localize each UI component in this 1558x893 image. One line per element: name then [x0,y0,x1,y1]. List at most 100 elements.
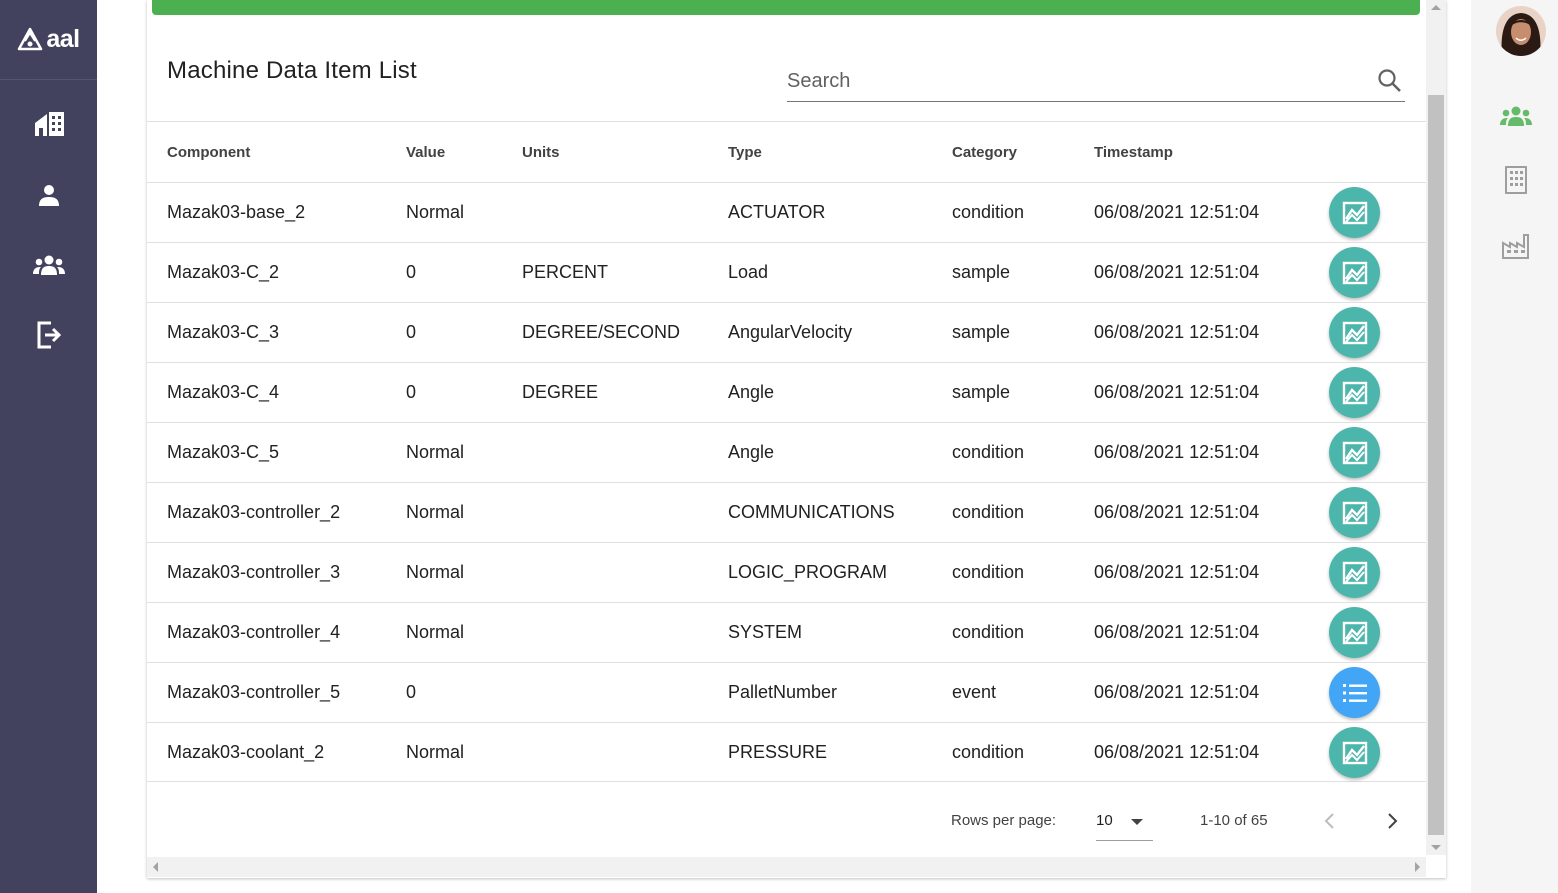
dropdown-arrow-icon [1131,819,1143,825]
view-chart-button[interactable] [1329,427,1380,478]
page-title: Machine Data Item List [167,57,417,84]
cell-timestamp: 06/08/2021 12:51:04 [1094,262,1260,282]
user-avatar-icon [1496,6,1546,56]
cell-value: Normal [406,502,465,522]
cell-component: Mazak03-C_2 [167,262,280,282]
cell-category: condition [952,502,1025,522]
logout-icon [37,321,61,349]
vertical-scroll-thumb[interactable] [1428,95,1444,835]
chart-icon [1342,321,1367,344]
avatar[interactable] [1496,6,1546,56]
right-nav-factories[interactable] [1498,228,1534,264]
cell-type: COMMUNICATIONS [728,502,895,522]
cell-component: Mazak03-controller_2 [167,502,341,522]
table-row[interactable]: Mazak03-C_2 0 PERCENT Load sample 06/08/2021 … [147,242,1426,302]
group-icon [32,255,65,275]
left-sidebar: aal [0,0,97,893]
view-chart-button[interactable] [1329,187,1380,238]
nav-home[interactable] [0,99,97,149]
table-row[interactable]: Mazak03-C_4 0 DEGREE Angle sample 06/08/2021 … [147,362,1426,422]
scroll-down-icon[interactable] [1431,845,1441,850]
logo-text: aal [46,25,80,53]
previous-page-button[interactable] [1316,807,1344,835]
cell-value: Normal [406,622,465,642]
horizontal-scrollbar[interactable] [147,857,1426,877]
view-chart-button[interactable] [1329,547,1380,598]
cell-category: sample [952,262,1011,282]
table-row[interactable]: Mazak03-controller_4 Normal SYSTEM conditio… [147,602,1426,662]
next-page-button[interactable] [1378,807,1406,835]
vertical-scrollbar[interactable] [1426,0,1446,855]
view-chart-button[interactable] [1329,307,1380,358]
cell-component: Mazak03-coolant_2 [167,741,325,762]
scroll-left-icon[interactable] [153,862,158,872]
page-range: 1-10 of 65 [1200,812,1268,829]
nav-users[interactable] [0,240,97,290]
table-row[interactable]: Mazak03-controller_3 Normal LOGIC_PROGRAM c… [147,542,1426,602]
table-row[interactable]: Mazak03-C_5 Normal Angle condition 06/08/202… [147,422,1426,482]
nav-profile[interactable] [0,170,97,220]
logo[interactable]: aal [0,0,97,80]
view-chart-button[interactable] [1329,607,1380,658]
rows-per-page-value: 10 [1096,812,1113,829]
column-header-type[interactable]: Type [728,122,762,182]
right-sidebar [1471,0,1558,893]
search-icon[interactable] [1377,68,1403,94]
data-item-card: Machine Data Item List Component Value U… [147,0,1446,878]
cell-component: Mazak03-C_5 [167,442,280,462]
rows-per-page-select[interactable]: 10 [1096,807,1153,841]
column-header-component[interactable]: Component [167,122,250,182]
cell-type: Angle [728,382,775,402]
column-header-value[interactable]: Value [406,122,445,182]
cell-value: Normal [406,202,465,222]
table-row[interactable]: Mazak03-controller_2 Normal COMMUNICATIONS… [147,482,1426,542]
table-header-row: Component Value Units Type Category Time… [147,121,1426,182]
table-row[interactable]: Mazak03-base_2 Normal ACTUATOR condition 06/… [147,182,1426,242]
search-input[interactable] [787,62,1367,100]
cell-timestamp: 06/08/2021 12:51:04 [1094,502,1260,522]
right-nav-buildings[interactable] [1498,162,1534,198]
cell-component: Mazak03-controller_3 [167,562,341,582]
cell-component: Mazak03-C_3 [167,322,280,342]
cell-type: LOGIC_PROGRAM [728,562,888,582]
building-icon [1505,166,1527,194]
cell-timestamp: 06/08/2021 12:51:04 [1094,562,1260,582]
nav-logout[interactable] [0,310,97,360]
scroll-right-icon[interactable] [1415,862,1420,872]
cell-value: 0 [406,262,417,282]
chart-icon [1342,261,1367,284]
list-icon [1342,683,1367,702]
search-field [787,62,1405,102]
cell-type: Angle [728,442,775,462]
scroll-up-icon[interactable] [1431,5,1441,10]
cell-category: sample [952,382,1011,402]
cell-type: AngularVelocity [728,322,853,342]
view-chart-button[interactable] [1329,367,1380,418]
cell-timestamp: 06/08/2021 12:51:04 [1094,622,1260,642]
pagination: Rows per page: 10 1-10 of 65 [147,785,1426,855]
cell-value: Normal [406,741,465,762]
view-chart-button[interactable] [1329,727,1380,778]
cell-timestamp: 06/08/2021 12:51:04 [1094,382,1260,402]
cell-category: sample [952,322,1011,342]
main-area: Machine Data Item List Component Value U… [97,0,1471,893]
data-table: Component Value Units Type Category Time… [147,121,1426,782]
table-row[interactable]: Mazak03-C_3 0 DEGREE/SECOND AngularVelocity… [147,302,1426,362]
person-icon [38,185,59,206]
chart-icon [1342,741,1367,764]
table-row[interactable]: Mazak03-coolant_2 Normal PRESSURE condition… [147,722,1426,782]
view-chart-button[interactable] [1329,487,1380,538]
table-row[interactable]: Mazak03-controller_5 0 PalletNumber event 06… [147,662,1426,722]
view-list-button[interactable] [1329,667,1380,718]
column-header-timestamp[interactable]: Timestamp [1094,122,1173,182]
chart-icon [1342,501,1367,524]
cell-component: Mazak03-controller_4 [167,622,341,642]
right-nav-users[interactable] [1498,98,1534,134]
cell-value: Normal [406,562,465,582]
chart-icon [1342,561,1367,584]
group-icon [1500,106,1532,126]
cell-type: PRESSURE [728,741,828,762]
view-chart-button[interactable] [1329,247,1380,298]
column-header-units[interactable]: Units [522,122,560,182]
column-header-category[interactable]: Category [952,122,1017,182]
